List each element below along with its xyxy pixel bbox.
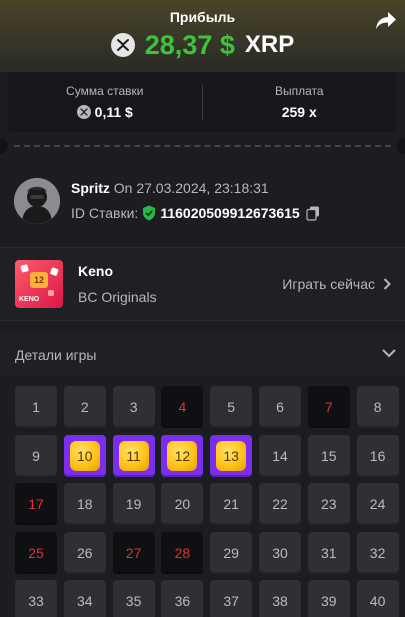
keno-tile: 8 [356, 386, 399, 428]
keno-tile-drawn: 27 [112, 531, 155, 574]
ticket-notch-left [0, 138, 8, 154]
payout-label: Выплата [274, 84, 324, 98]
keno-tile: 23 [307, 483, 350, 525]
keno-tile: 34 [63, 580, 106, 617]
keno-tile: 31 [307, 531, 350, 574]
divider [0, 320, 405, 321]
bet-id-value: 116020509912673615 [160, 205, 300, 221]
keno-tile: 19 [112, 483, 155, 525]
keno-tile-drawn: 4 [161, 386, 204, 428]
keno-tile-hit: 10 [63, 434, 106, 477]
user-line: Spritz On 27.03.2024, 23:18:31 [71, 180, 269, 196]
keno-tile: 40 [356, 580, 399, 617]
keno-tile-drawn: 25 [15, 531, 57, 574]
keno-tile: 35 [112, 580, 155, 617]
keno-tile: 9 [15, 434, 57, 477]
keno-tile: 16 [356, 434, 399, 477]
avatar[interactable] [14, 178, 60, 224]
profit-currency: XRP [244, 31, 295, 58]
keno-tile: 30 [259, 531, 301, 574]
ticket-divider [0, 138, 405, 154]
keno-tile: 6 [259, 386, 301, 428]
verified-shield-icon [143, 205, 156, 221]
keno-tile: 3 [112, 386, 155, 428]
keno-tile: 29 [210, 531, 253, 574]
profit-header: Прибыль 28,37 $ XRP [0, 0, 405, 72]
bet-amount-label: Сумма ставки [66, 84, 144, 98]
bet-amount-value: 0,11 $ [94, 104, 133, 120]
keno-tile: 21 [210, 483, 253, 525]
keno-thumbnail[interactable]: 12 KENO [15, 260, 63, 308]
keno-tile: 14 [259, 434, 301, 477]
xrp-coin-icon [76, 105, 91, 119]
profit-title: Прибыль [169, 9, 236, 25]
xrp-coin-icon [110, 33, 135, 57]
keno-tile-drawn: 17 [15, 483, 57, 525]
keno-tile: 37 [210, 580, 253, 617]
payout-stat: Выплата 259 x [203, 72, 397, 132]
keno-tile: 24 [356, 483, 399, 525]
keno-tile-drawn: 7 [307, 386, 350, 428]
keno-tile: 22 [259, 483, 301, 525]
payout-value: 259 x [281, 104, 317, 120]
keno-tile: 2 [63, 386, 106, 428]
keno-tile-drawn: 28 [161, 531, 204, 574]
gem-icon: 11 [118, 440, 149, 471]
gem-icon: 13 [216, 440, 247, 471]
gem-icon: 10 [69, 440, 100, 471]
keno-tile-hit: 12 [161, 434, 204, 477]
game-details-toggle[interactable]: Детали игры [0, 332, 405, 376]
keno-thumbnail-label: KENO [19, 296, 40, 303]
gem-icon: 12 [167, 440, 198, 471]
keno-tile: 20 [161, 483, 204, 525]
keno-tile: 32 [356, 531, 399, 574]
keno-tile-hit: 11 [112, 434, 155, 477]
keno-tile: 15 [307, 434, 350, 477]
profit-amount-row: 28,37 $ XRP [0, 28, 405, 62]
profit-amount: 28,37 $ [144, 29, 235, 60]
game-name: Keno [78, 263, 113, 279]
copy-icon[interactable] [306, 206, 320, 221]
ticket-notch-right [397, 138, 405, 154]
game-details-title: Детали игры [15, 347, 97, 363]
keno-tile: 36 [161, 580, 204, 617]
keno-tile: 39 [307, 580, 350, 617]
keno-tile: 5 [210, 386, 253, 428]
play-now-label: Играть сейчас [282, 276, 375, 292]
bet-date: On 27.03.2024, 23:18:31 [113, 180, 269, 196]
keno-tile: 26 [63, 531, 106, 574]
chevron-down-icon [382, 349, 396, 358]
bet-user-info: Spritz On 27.03.2024, 23:18:31 ID Ставки… [14, 174, 394, 230]
keno-tile-hit: 13 [210, 434, 253, 477]
keno-board: 1 2 3 4 5 6 7 8 9 10 11 12 13 14 15 16 17 18 19 20 21 22 23 24 2… [0, 376, 405, 617]
keno-thumbnail-tile: 12 [30, 272, 48, 288]
dashed-line [14, 145, 391, 147]
play-now-link[interactable]: Играть сейчас [282, 276, 391, 292]
bet-amount-stat: Сумма ставки 0,11 $ [8, 72, 202, 132]
bet-id-label: ID Ставки: [71, 205, 139, 221]
bet-stats-panel: Сумма ставки 0,11 $ Выплата 259 x [8, 72, 396, 132]
keno-tile: 18 [63, 483, 106, 525]
keno-tile: 38 [259, 580, 301, 617]
keno-tile: 33 [15, 580, 57, 617]
bet-id-line: ID Ставки: 116020509912673615 [71, 205, 320, 221]
game-info-row: 12 KENO Keno BC Originals Играть сейчас [0, 248, 405, 320]
bet-amount-value-row: 0,11 $ [76, 104, 133, 120]
keno-tile: 1 [15, 386, 57, 428]
chevron-right-icon [383, 278, 391, 290]
user-name[interactable]: Spritz [71, 180, 110, 196]
game-provider: BC Originals [78, 289, 157, 305]
